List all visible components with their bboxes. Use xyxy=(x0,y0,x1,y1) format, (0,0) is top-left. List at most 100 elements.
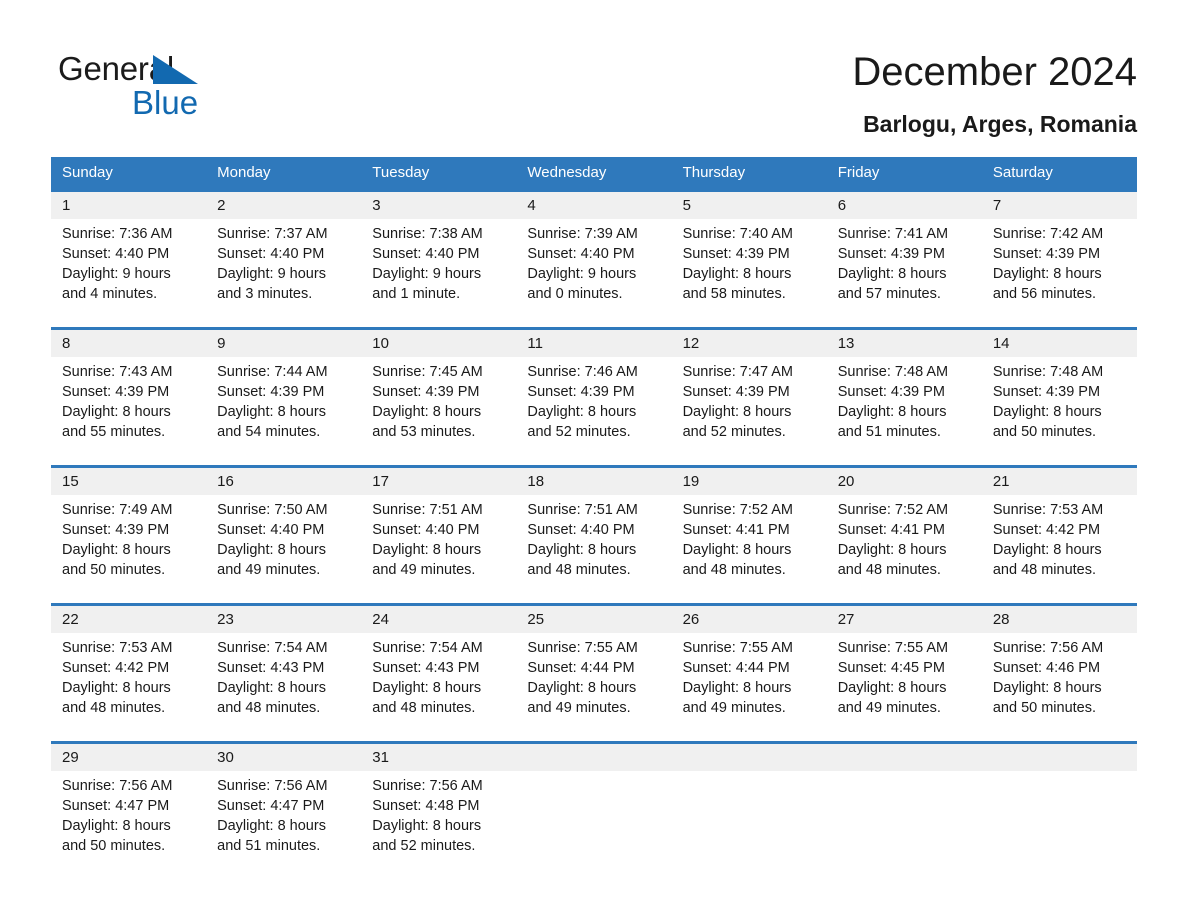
day-cell[interactable]: Sunrise: 7:48 AM Sunset: 4:39 PM Daylight:… xyxy=(982,357,1137,455)
day-number[interactable]: 25 xyxy=(516,606,671,633)
calendar-week-row: 29 30 31 Sunrise: 7:56 AM Sunset: 4:47 PM Day… xyxy=(51,741,1137,869)
sunset-text: Sunset: 4:39 PM xyxy=(372,384,480,400)
sunrise-text: Sunrise: 7:53 AM xyxy=(62,640,173,656)
day-cell[interactable]: Sunrise: 7:40 AM Sunset: 4:39 PM Daylight:… xyxy=(672,219,827,317)
day-number[interactable]: 16 xyxy=(206,468,361,495)
day-number[interactable]: 18 xyxy=(516,468,671,495)
sunset-text: Sunset: 4:41 PM xyxy=(682,522,790,538)
day-cell[interactable]: Sunrise: 7:52 AM Sunset: 4:41 PM Daylight:… xyxy=(827,495,982,593)
day-number[interactable]: 2 xyxy=(206,192,361,219)
day-number[interactable]: 6 xyxy=(827,192,982,219)
day-cell[interactable]: Sunrise: 7:46 AM Sunset: 4:39 PM Daylight:… xyxy=(516,357,671,455)
day-number[interactable]: 15 xyxy=(51,468,206,495)
day-cell[interactable]: Sunrise: 7:48 AM Sunset: 4:39 PM Daylight:… xyxy=(827,357,982,455)
day-number[interactable]: 19 xyxy=(672,468,827,495)
sunrise-text: Sunrise: 7:37 AM xyxy=(217,226,328,242)
day-cell[interactable]: Sunrise: 7:53 AM Sunset: 4:42 PM Daylight:… xyxy=(51,633,206,731)
day-number[interactable]: 13 xyxy=(827,330,982,357)
sunrise-text: Sunrise: 7:55 AM xyxy=(527,640,638,656)
daylight-text-line2: and 57 minutes. xyxy=(837,286,941,302)
day-cell[interactable]: Sunrise: 7:51 AM Sunset: 4:40 PM Daylight:… xyxy=(361,495,516,593)
daylight-text-line2: and 48 minutes. xyxy=(62,700,166,716)
day-cell[interactable]: Sunrise: 7:41 AM Sunset: 4:39 PM Daylight:… xyxy=(827,219,982,317)
sunrise-text: Sunrise: 7:39 AM xyxy=(527,226,638,242)
day-number[interactable]: 28 xyxy=(982,606,1137,633)
day-number-empty xyxy=(982,744,1137,771)
day-number[interactable]: 30 xyxy=(206,744,361,771)
day-cell[interactable]: Sunrise: 7:54 AM Sunset: 4:43 PM Daylight:… xyxy=(206,633,361,731)
daylight-text-line2: and 49 minutes. xyxy=(682,700,786,716)
day-cell[interactable]: Sunrise: 7:37 AM Sunset: 4:40 PM Daylight:… xyxy=(206,219,361,317)
day-number[interactable]: 4 xyxy=(516,192,671,219)
day-number[interactable]: 20 xyxy=(827,468,982,495)
daylight-text-line1: Daylight: 8 hours xyxy=(62,680,171,696)
day-number[interactable]: 29 xyxy=(51,744,206,771)
day-number[interactable]: 7 xyxy=(982,192,1137,219)
day-cell[interactable]: Sunrise: 7:44 AM Sunset: 4:39 PM Daylight:… xyxy=(206,357,361,455)
day-cell[interactable]: Sunrise: 7:39 AM Sunset: 4:40 PM Daylight:… xyxy=(516,219,671,317)
day-cell[interactable]: Sunrise: 7:47 AM Sunset: 4:39 PM Daylight:… xyxy=(672,357,827,455)
sunrise-text: Sunrise: 7:51 AM xyxy=(527,502,638,518)
day-number-empty xyxy=(827,744,982,771)
weekday-header-friday: Friday xyxy=(837,164,880,181)
day-number[interactable]: 1 xyxy=(51,192,206,219)
daylight-text-line1: Daylight: 8 hours xyxy=(837,266,947,282)
day-number-empty xyxy=(672,744,827,771)
daylight-text-line2: and 4 minutes. xyxy=(62,286,158,302)
day-cell[interactable]: Sunrise: 7:38 AM Sunset: 4:40 PM Daylight:… xyxy=(361,219,516,317)
day-cell[interactable]: Sunrise: 7:50 AM Sunset: 4:40 PM Daylight:… xyxy=(206,495,361,593)
day-number[interactable]: 9 xyxy=(206,330,361,357)
day-number[interactable]: 17 xyxy=(361,468,516,495)
day-number[interactable]: 22 xyxy=(51,606,206,633)
day-number[interactable]: 31 xyxy=(361,744,516,771)
sunset-text: Sunset: 4:39 PM xyxy=(217,384,325,400)
daylight-text-line2: and 48 minutes. xyxy=(682,562,786,578)
day-cell[interactable]: Sunrise: 7:55 AM Sunset: 4:44 PM Daylight:… xyxy=(516,633,671,731)
sunrise-text: Sunrise: 7:50 AM xyxy=(217,502,328,518)
sunrise-text: Sunrise: 7:44 AM xyxy=(217,364,328,380)
day-number[interactable]: 24 xyxy=(361,606,516,633)
day-number[interactable]: 3 xyxy=(361,192,516,219)
day-cell[interactable]: Sunrise: 7:54 AM Sunset: 4:43 PM Daylight:… xyxy=(361,633,516,731)
day-cell[interactable]: Sunrise: 7:56 AM Sunset: 4:47 PM Daylight:… xyxy=(51,771,206,869)
day-number[interactable]: 26 xyxy=(672,606,827,633)
sunrise-text: Sunrise: 7:53 AM xyxy=(992,502,1104,518)
sunset-text: Sunset: 4:39 PM xyxy=(62,384,170,400)
daylight-text-line2: and 58 minutes. xyxy=(682,286,786,302)
day-cell[interactable]: Sunrise: 7:49 AM Sunset: 4:39 PM Daylight:… xyxy=(51,495,206,593)
day-cell[interactable]: Sunrise: 7:56 AM Sunset: 4:47 PM Daylight:… xyxy=(206,771,361,869)
daylight-text-line1: Daylight: 8 hours xyxy=(837,680,947,696)
day-cell[interactable]: Sunrise: 7:53 AM Sunset: 4:42 PM Daylight:… xyxy=(982,495,1137,593)
day-cell[interactable]: Sunrise: 7:56 AM Sunset: 4:48 PM Daylight:… xyxy=(361,771,516,869)
day-number[interactable]: 12 xyxy=(672,330,827,357)
day-number[interactable]: 5 xyxy=(672,192,827,219)
sunrise-text: Sunrise: 7:42 AM xyxy=(992,226,1104,242)
day-cell[interactable]: Sunrise: 7:36 AM Sunset: 4:40 PM Daylight:… xyxy=(51,219,206,317)
daylight-text-line2: and 49 minutes. xyxy=(837,700,941,716)
day-cell[interactable]: Sunrise: 7:52 AM Sunset: 4:41 PM Daylight:… xyxy=(672,495,827,593)
day-cell[interactable]: Sunrise: 7:55 AM Sunset: 4:44 PM Daylight:… xyxy=(672,633,827,731)
sunrise-text: Sunrise: 7:46 AM xyxy=(527,364,638,380)
day-number[interactable]: 8 xyxy=(51,330,206,357)
day-cell[interactable]: Sunrise: 7:51 AM Sunset: 4:40 PM Daylight:… xyxy=(516,495,671,593)
day-cell[interactable]: Sunrise: 7:56 AM Sunset: 4:46 PM Daylight:… xyxy=(982,633,1137,731)
calendar-page: General Blue December 2024 Barlogu, Arge… xyxy=(0,0,1188,918)
sunrise-text: Sunrise: 7:56 AM xyxy=(372,778,483,794)
daylight-text-line2: and 49 minutes. xyxy=(527,700,631,716)
daylight-text-line2: and 53 minutes. xyxy=(372,424,476,440)
day-cell[interactable]: Sunrise: 7:42 AM Sunset: 4:39 PM Daylight:… xyxy=(982,219,1137,317)
day-cell[interactable]: Sunrise: 7:45 AM Sunset: 4:39 PM Daylight:… xyxy=(361,357,516,455)
day-cell[interactable]: Sunrise: 7:43 AM Sunset: 4:39 PM Daylight:… xyxy=(51,357,206,455)
day-number[interactable]: 23 xyxy=(206,606,361,633)
day-number[interactable]: 21 xyxy=(982,468,1137,495)
day-cell-empty xyxy=(982,771,1137,869)
day-number[interactable]: 10 xyxy=(361,330,516,357)
sunrise-text: Sunrise: 7:43 AM xyxy=(62,364,173,380)
sunset-text: Sunset: 4:48 PM xyxy=(372,798,480,814)
day-number[interactable]: 14 xyxy=(982,330,1137,357)
day-cell[interactable]: Sunrise: 7:55 AM Sunset: 4:45 PM Daylight:… xyxy=(827,633,982,731)
daylight-text-line1: Daylight: 8 hours xyxy=(837,542,947,558)
weekday-header-wednesday: Wednesday xyxy=(527,164,607,181)
day-number[interactable]: 27 xyxy=(827,606,982,633)
day-number[interactable]: 11 xyxy=(516,330,671,357)
